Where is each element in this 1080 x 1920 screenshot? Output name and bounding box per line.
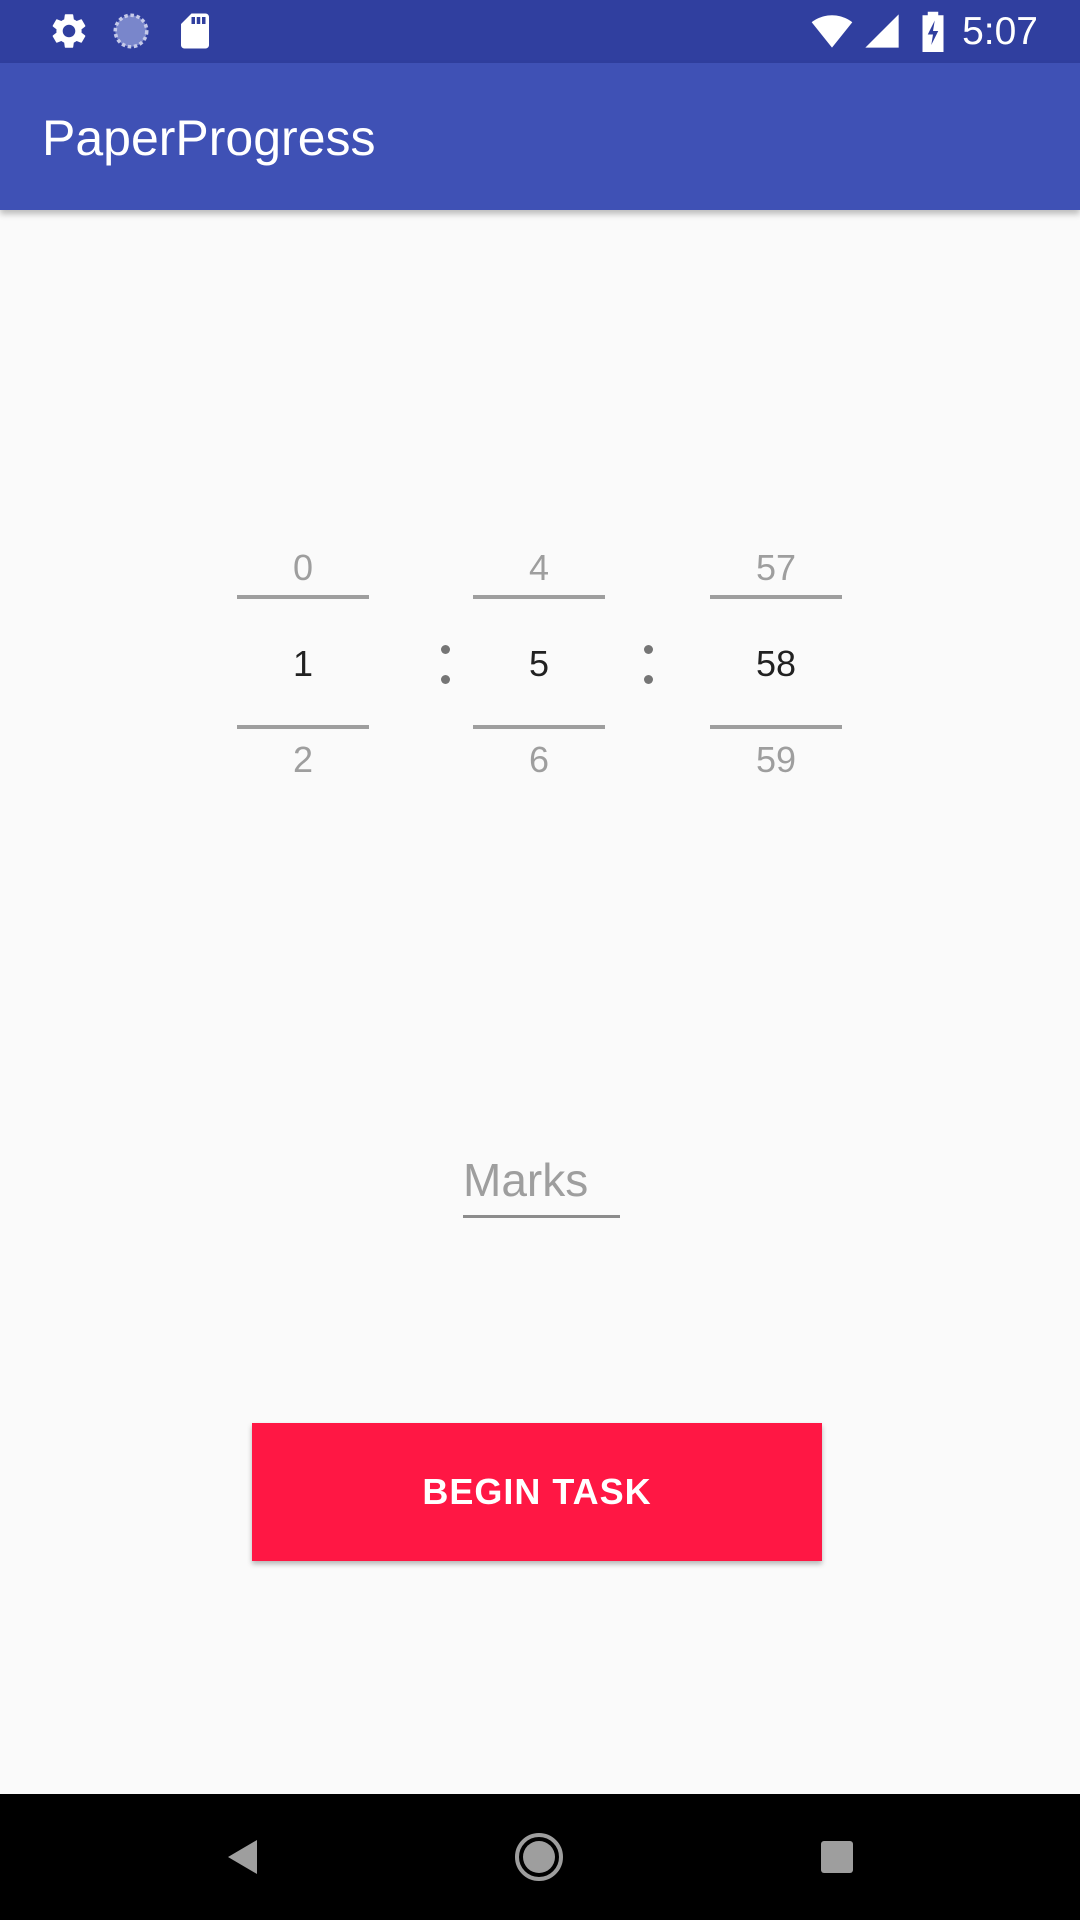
hours-current-value[interactable]: 1 [237,644,369,684]
home-icon[interactable] [504,1822,574,1892]
signal-icon [862,10,902,52]
hours-divider-bottom [237,725,369,729]
marks-input[interactable] [463,1145,620,1218]
minutes-next-value[interactable]: 6 [473,740,605,780]
back-icon[interactable] [206,1822,276,1892]
hours-picker[interactable]: 0 1 2 [237,540,369,780]
app-title: PaperProgress [42,110,376,166]
status-time: 5:07 [962,10,1038,53]
seconds-prev-value[interactable]: 57 [710,548,842,588]
seconds-divider-bottom [710,725,842,729]
begin-task-button[interactable]: BEGIN TASK [252,1423,822,1561]
minutes-current-value[interactable]: 5 [473,644,605,684]
battery-charging-icon [918,10,948,52]
minutes-divider-top [473,595,605,599]
hours-divider-top [237,595,369,599]
sync-progress-icon [110,10,152,52]
minutes-divider-bottom [473,725,605,729]
colon-separator [439,640,451,690]
status-bar: 5:07 [0,0,1080,63]
gear-icon [48,10,90,52]
seconds-divider-top [710,595,842,599]
app-bar: PaperProgress [0,63,1080,210]
seconds-picker[interactable]: 57 58 59 [710,540,842,780]
seconds-next-value[interactable]: 59 [710,740,842,780]
minutes-prev-value[interactable]: 4 [473,548,605,588]
navigation-bar [0,1794,1080,1920]
hours-prev-value[interactable]: 0 [237,548,369,588]
minutes-picker[interactable]: 4 5 6 [473,540,605,780]
wifi-icon [808,10,856,52]
seconds-current-value[interactable]: 58 [710,644,842,684]
recents-icon[interactable] [802,1822,872,1892]
hours-next-value[interactable]: 2 [237,740,369,780]
colon-separator [642,640,654,690]
sd-card-icon [174,10,216,52]
